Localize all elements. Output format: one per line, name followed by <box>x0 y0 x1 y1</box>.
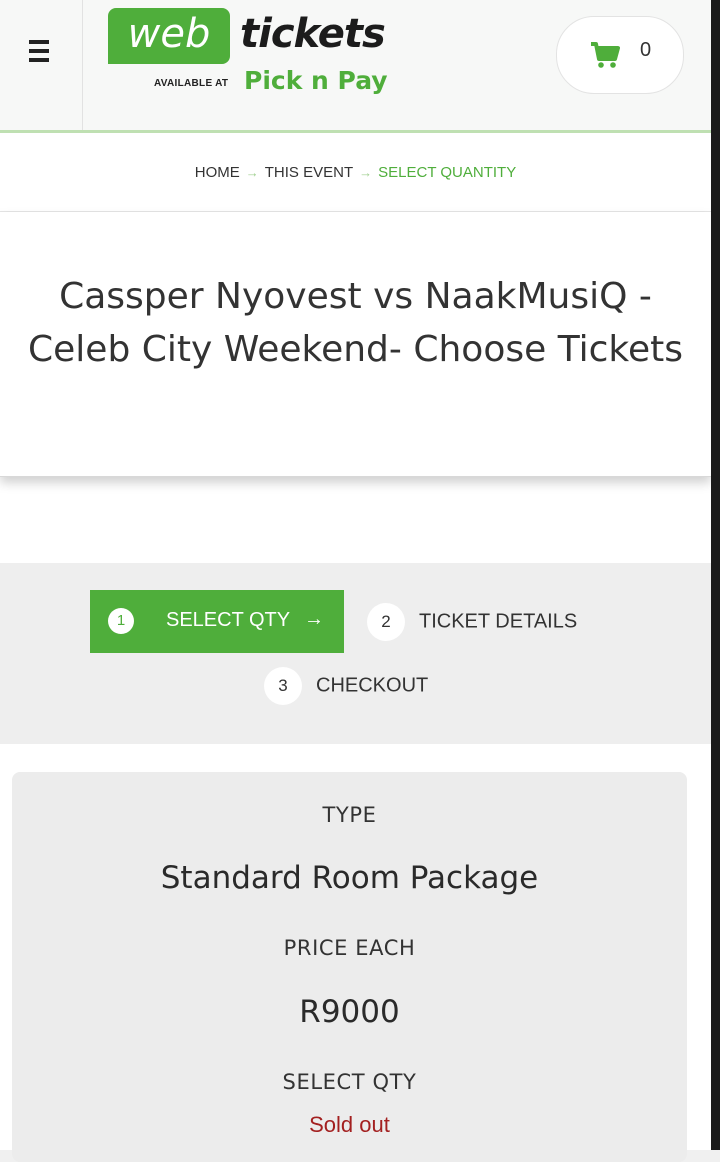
breadcrumb-home[interactable]: HOME <box>195 164 240 181</box>
step-select-qty[interactable]: 1 SELECT QTY → <box>90 590 344 653</box>
logo-web: web <box>108 8 230 64</box>
logo-available-at: AVAILABLE AT <box>154 78 229 89</box>
hamburger-menu-icon <box>0 0 82 130</box>
step-ticket-details[interactable]: 2 TICKET DETAILS <box>367 603 577 641</box>
breadcrumb: HOME → THIS EVENT → SELECT QUANTITY <box>0 133 711 212</box>
arrow-right-icon: → <box>304 608 324 630</box>
shopping-cart-icon <box>591 42 620 68</box>
menu-button[interactable] <box>0 0 83 130</box>
ticket-card: TYPE Standard Room Package PRICE EACH R9… <box>12 772 687 1162</box>
select-qty-label: SELECT QTY <box>282 1070 417 1094</box>
ticket-type-label: TYPE <box>322 803 377 827</box>
logo-tickets: tickets <box>240 11 386 57</box>
step-checkout[interactable]: 3 CHECKOUT <box>264 667 428 705</box>
logo-picknpay: Pick n Pay <box>244 66 388 95</box>
step-label: TICKET DETAILS <box>419 610 578 633</box>
price-each-label: PRICE EACH <box>283 936 416 960</box>
price-value: R9000 <box>299 994 400 1030</box>
breadcrumb-select-quantity: SELECT QUANTITY <box>378 163 517 181</box>
step-label: CHECKOUT <box>316 674 429 697</box>
ticket-type-value: Standard Room Package <box>160 860 539 896</box>
sold-out-status: Sold out <box>309 1112 390 1137</box>
step-label: SELECT QTY <box>166 609 291 631</box>
step-number: 1 <box>108 608 134 634</box>
webtickets-logo[interactable]: web tickets AVAILABLE AT Pick n Pay <box>108 8 408 108</box>
step-number: 3 <box>264 667 302 705</box>
page-title: Cassper Nyovest vs NaakMusiQ - Celeb Cit… <box>28 276 683 370</box>
site-header: web tickets AVAILABLE AT Pick n Pay 0 <box>0 0 711 133</box>
breadcrumb-separator: → <box>359 164 373 180</box>
page: web tickets AVAILABLE AT Pick n Pay 0 HO… <box>0 0 711 1162</box>
event-title-card: Cassper Nyovest vs NaakMusiQ - Celeb Cit… <box>0 212 711 477</box>
cart-button[interactable]: 0 <box>556 16 684 94</box>
screen-edge <box>711 0 720 1150</box>
step-number: 2 <box>367 603 405 641</box>
breadcrumb-this-event[interactable]: THIS EVENT <box>265 164 353 181</box>
checkout-steps: 1 SELECT QTY → 2 TICKET DETAILS 3 CHECKOUT <box>0 563 711 744</box>
breadcrumb-separator: → <box>245 164 259 180</box>
cart-count: 0 <box>640 39 652 61</box>
